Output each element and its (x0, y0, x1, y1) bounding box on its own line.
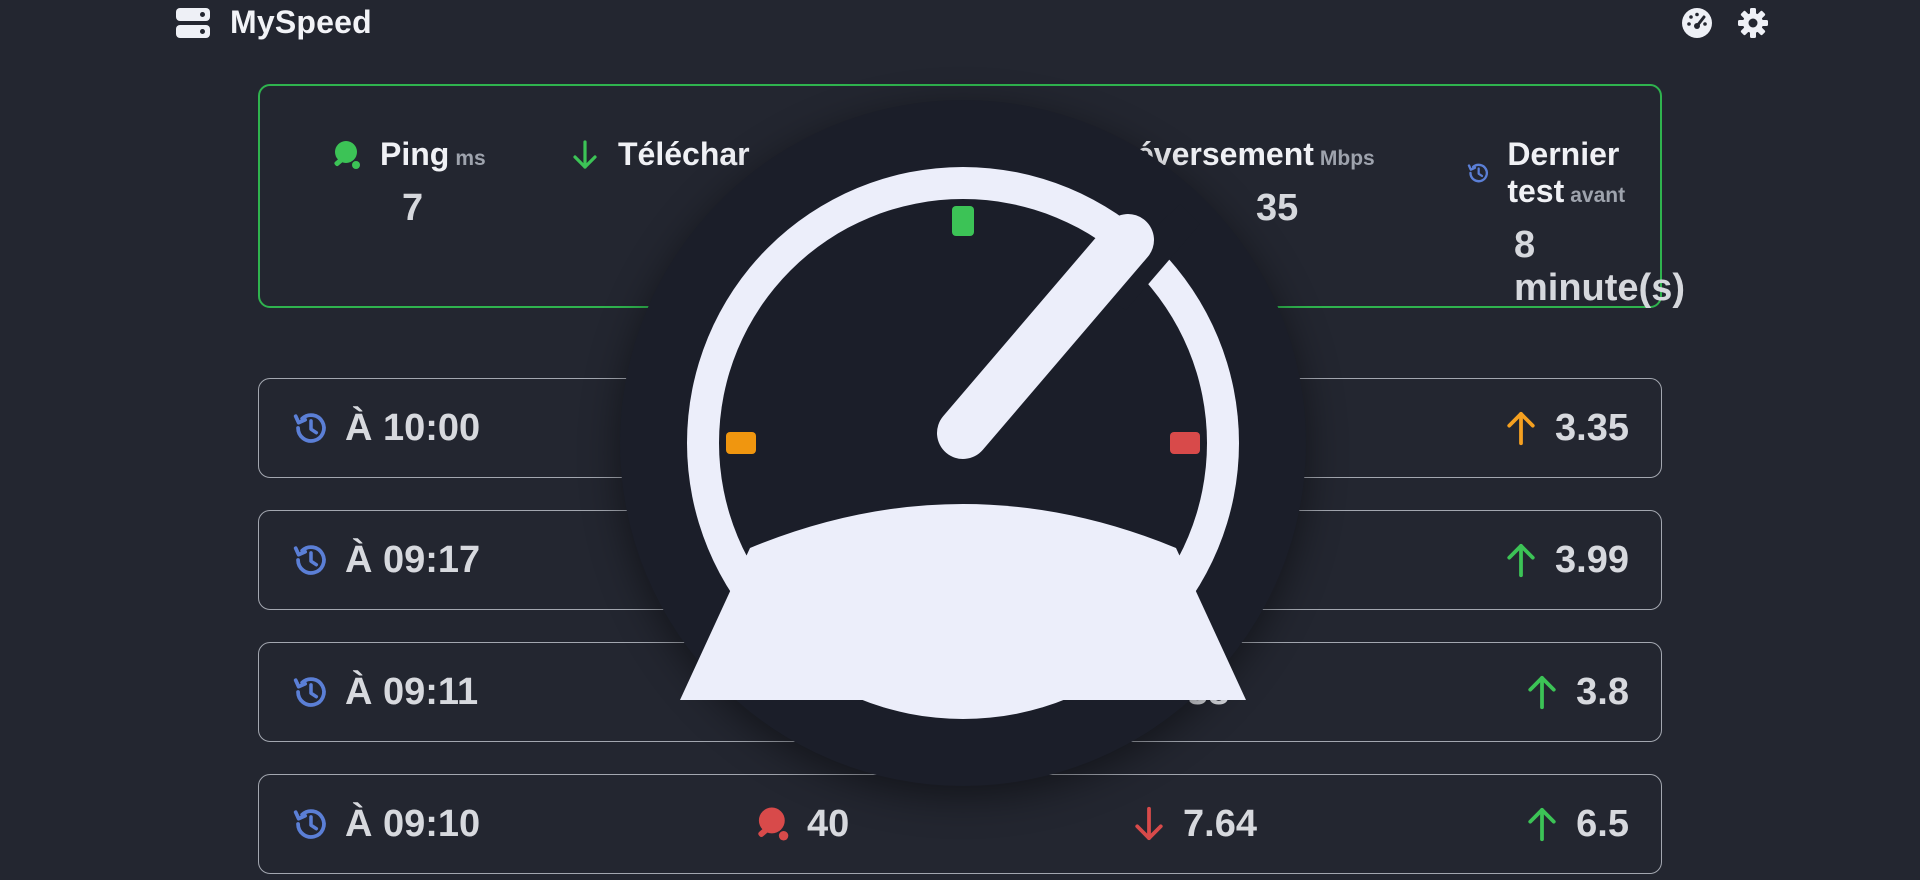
history-upload: 3.35 (1501, 379, 1629, 477)
stat-last-test-unit: avant (1570, 184, 1626, 207)
ping-pong-icon (758, 807, 789, 841)
history-upload-value: 3.8 (1576, 670, 1629, 713)
history-time-label: À 09:17 (345, 538, 481, 581)
history-icon (293, 809, 326, 839)
speedometer-icon (1682, 8, 1712, 38)
history-upload-value: 6.5 (1576, 802, 1629, 845)
stat-last-test-value: 8 minute(s) (1514, 224, 1685, 309)
history-upload: 6.5 (1522, 775, 1629, 873)
arrow-up-icon (1507, 544, 1535, 578)
brand[interactable]: MySpeed (176, 4, 372, 41)
history-time-label: À 10:00 (345, 406, 481, 449)
ping-pong-icon (334, 140, 360, 169)
history-download-value: 7.64 (1183, 802, 1257, 845)
history-icon (293, 545, 326, 575)
history-upload-value: 3.35 (1555, 406, 1629, 449)
server-icon (176, 7, 210, 38)
history-ping: 40 (753, 775, 849, 873)
speedometer-logo-overlay (620, 100, 1306, 786)
history-upload: 3.99 (1501, 511, 1629, 609)
speedometer-logo-icon (680, 167, 1246, 719)
arrow-up-icon (1528, 676, 1556, 710)
history-upload-value: 3.99 (1555, 538, 1629, 581)
history-icon (1467, 163, 1489, 183)
history-ping-value: 40 (807, 802, 850, 845)
arrow-down-icon (1135, 806, 1163, 840)
stat-last-test: Dernier test avant 8 minute(s) (1466, 136, 1685, 310)
stat-ping-value: 7 (402, 187, 424, 229)
history-time: À 09:17 (291, 511, 480, 609)
stat-ping-unit: ms (455, 147, 486, 170)
arrow-down-icon (573, 139, 597, 169)
history-time-label: À 09:10 (345, 802, 481, 845)
history-time: À 09:11 (291, 643, 478, 741)
history-time: À 09:10 (291, 775, 480, 873)
history-icon (293, 413, 326, 443)
arrow-up-icon (1507, 412, 1535, 446)
history-time: À 10:00 (291, 379, 480, 477)
history-icon (293, 677, 326, 707)
stat-ping: Ping ms 7 (330, 136, 486, 230)
history-row[interactable]: À 09:10 40 7.64 6.5 (258, 774, 1662, 874)
arrow-up-icon (1528, 808, 1556, 842)
header-actions (1680, 6, 1770, 40)
stat-ping-label: Ping (380, 136, 450, 172)
history-upload: 3.8 (1522, 643, 1629, 741)
brand-name: MySpeed (230, 4, 372, 40)
history-time-label: À 09:11 (345, 670, 479, 713)
history-download: 7.64 (1129, 775, 1257, 873)
gear-icon (1738, 8, 1768, 38)
speedometer-button[interactable] (1680, 6, 1714, 40)
app-header: MySpeed (0, 0, 1920, 46)
settings-button[interactable] (1736, 6, 1770, 40)
stat-upload-unit: Mbps (1319, 147, 1375, 170)
